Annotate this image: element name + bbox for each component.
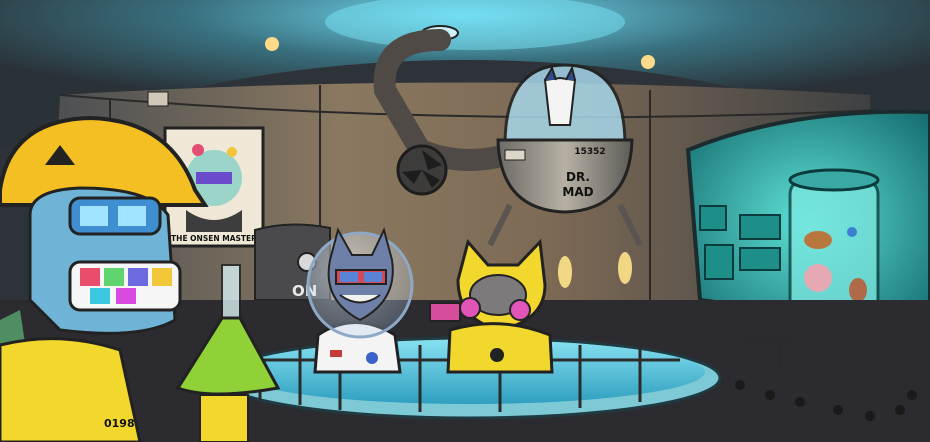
astronaut-cat — [306, 227, 414, 374]
suit-number: 0198 — [104, 417, 135, 430]
pod-number: 15352 — [574, 147, 605, 157]
poster-caption: THE ONSEN MASTER — [171, 234, 257, 243]
game-scene: THE ONSEN MASTER ON 15352 DR. MAD 0198 — [0, 0, 930, 442]
lab-illustration: THE ONSEN MASTER ON 15352 DR. MAD 0198 — [0, 0, 930, 442]
pod-label-line2: MAD — [562, 185, 593, 199]
lab-window — [685, 109, 930, 333]
pod-label-line1: DR. — [566, 170, 590, 184]
